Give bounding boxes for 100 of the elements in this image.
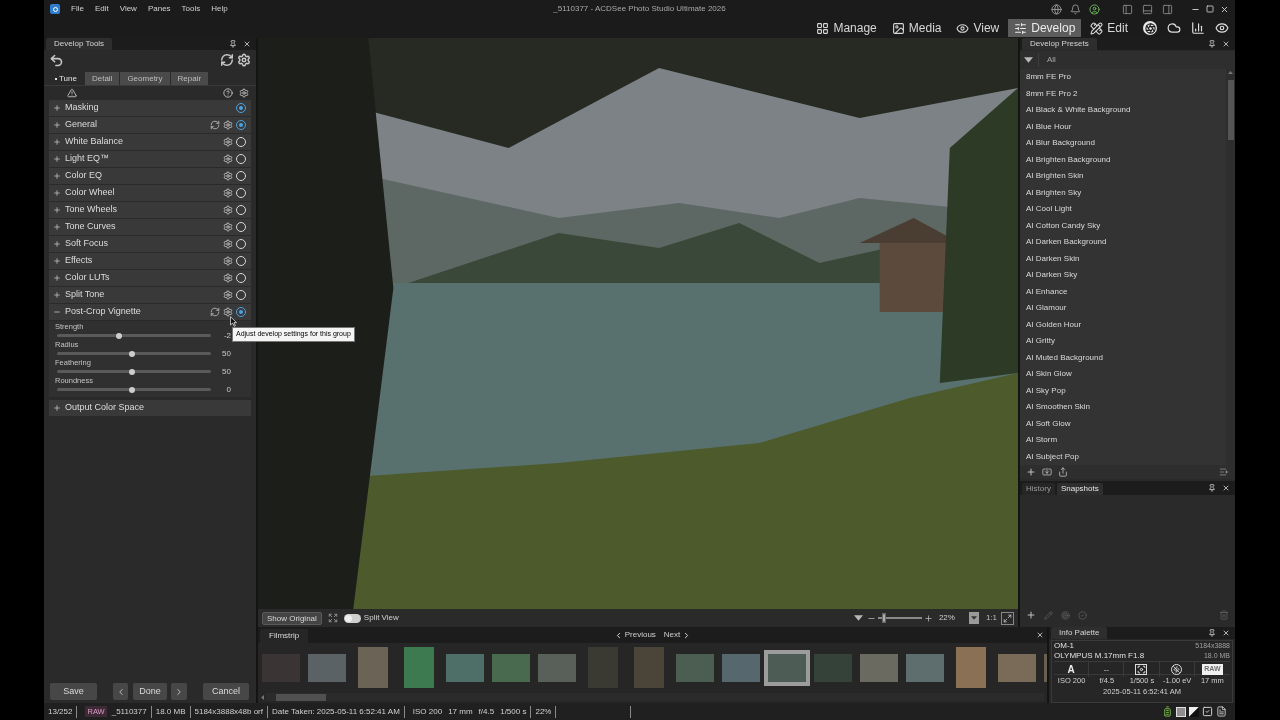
preset-item[interactable]: AI Gritty	[1020, 333, 1226, 350]
thumbnail[interactable]	[492, 653, 530, 682]
close-icon[interactable]	[1036, 631, 1044, 639]
thumbnail[interactable]	[956, 647, 986, 688]
menu-item[interactable]: Help	[211, 3, 228, 15]
slider-thumb[interactable]	[129, 368, 136, 375]
expand-icon[interactable]	[53, 223, 61, 231]
caret-down-icon[interactable]	[1024, 57, 1033, 63]
thumbnail[interactable]	[998, 653, 1036, 682]
expand-icon[interactable]	[53, 274, 61, 282]
checkbox-icon[interactable]	[1202, 706, 1213, 717]
slider-track[interactable]	[57, 334, 211, 337]
panel-tab[interactable]: Develop Tools	[46, 38, 113, 50]
tool-group-header[interactable]: Tone Curves	[49, 219, 251, 235]
preset-item[interactable]: AI Darken Sky	[1020, 267, 1226, 284]
close-icon[interactable]	[243, 40, 251, 48]
scrollbar-thumb[interactable]	[1227, 80, 1234, 140]
zoom-field[interactable]: 22%	[938, 612, 969, 624]
zoom-dropdown-button[interactable]	[968, 612, 979, 624]
mode-tab[interactable]: Media	[885, 19, 948, 37]
pin-icon[interactable]	[229, 40, 237, 48]
caret-down-icon[interactable]	[853, 615, 863, 621]
preset-item[interactable]: AI Brighten Background	[1020, 151, 1226, 168]
preset-item[interactable]: AI Brighten Skin	[1020, 168, 1226, 185]
save-button[interactable]: Save	[50, 683, 97, 700]
tool-tab[interactable]: Detail	[84, 72, 120, 85]
expand-icon[interactable]	[53, 206, 61, 214]
slider-thumb[interactable]	[115, 332, 122, 339]
scrollbar-track[interactable]	[266, 693, 1044, 701]
menu-item[interactable]: Panes	[147, 3, 171, 15]
close-icon[interactable]	[1222, 629, 1230, 637]
help-icon[interactable]	[223, 88, 233, 98]
expand-icon[interactable]	[53, 291, 61, 299]
settings-icon[interactable]	[223, 154, 233, 164]
thumbnail[interactable]	[404, 647, 434, 688]
fit-button[interactable]	[1001, 611, 1014, 625]
panel-tab[interactable]: Develop Presets	[1022, 38, 1097, 50]
thumbnail[interactable]	[358, 647, 388, 688]
previous-link[interactable]: Previous	[613, 629, 656, 641]
maximize-icon[interactable]	[1206, 5, 1214, 13]
menu-item[interactable]: View	[119, 3, 137, 15]
mode-tab[interactable]: View	[950, 19, 1006, 37]
tool-group-header[interactable]: Effects	[49, 253, 251, 269]
mode-tab[interactable]: Manage	[810, 19, 883, 37]
expand-icon[interactable]	[53, 138, 61, 146]
slider-track[interactable]	[57, 352, 211, 355]
panel-left-icon[interactable]	[1122, 3, 1133, 15]
pin-icon[interactable]	[1208, 629, 1216, 637]
settings-icon[interactable]	[223, 273, 233, 283]
tool-tab[interactable]: Geometry	[120, 72, 170, 85]
collapse-icon[interactable]	[53, 308, 61, 316]
panel-tab[interactable]: Filmstrip	[260, 629, 309, 643]
expand-icon[interactable]	[53, 155, 61, 163]
cancel-button[interactable]: Cancel	[203, 683, 249, 700]
slider-track[interactable]	[57, 388, 211, 391]
split-view-toggle[interactable]	[343, 613, 361, 623]
add-icon[interactable]	[1026, 467, 1036, 477]
preset-item[interactable]: AI Enhance	[1020, 283, 1226, 300]
preset-item[interactable]: AI Sky Pop	[1020, 382, 1226, 399]
settings-icon[interactable]	[223, 239, 233, 249]
settings-icon[interactable]	[223, 137, 233, 147]
thumbnail[interactable]	[814, 653, 852, 682]
menu-item[interactable]: Tools	[181, 3, 201, 15]
settings-icon[interactable]	[223, 171, 233, 181]
thumbnail[interactable]	[308, 653, 346, 682]
document-icon[interactable]	[1216, 706, 1227, 717]
reset-icon[interactable]	[210, 120, 220, 130]
import-icon[interactable]	[1042, 467, 1052, 477]
close-icon[interactable]	[1222, 484, 1230, 492]
thumbnail[interactable]	[634, 647, 664, 688]
preset-item[interactable]: 8mm FE Pro 2	[1020, 85, 1226, 102]
expand-icon[interactable]	[53, 257, 61, 265]
expand-icon[interactable]	[327, 613, 338, 623]
next-link[interactable]: Next	[663, 629, 692, 641]
settings-icon[interactable]	[239, 88, 249, 98]
refresh-icon[interactable]	[220, 53, 234, 67]
contrast-icon[interactable]	[1189, 706, 1199, 717]
slider-thumb[interactable]	[129, 386, 136, 393]
settings-icon[interactable]	[223, 205, 233, 215]
export-icon[interactable]	[1058, 467, 1068, 477]
scrollbar-thumb[interactable]	[276, 693, 326, 701]
tool-group-header[interactable]: Output Color Space	[49, 400, 251, 416]
mode-tab[interactable]: Edit	[1084, 19, 1134, 37]
preset-item[interactable]: AI Darken Skin	[1020, 250, 1226, 267]
thumbnail[interactable]	[676, 653, 714, 682]
eye-icon[interactable]	[1215, 21, 1229, 35]
thumbnail[interactable]	[764, 649, 810, 686]
actual-size-button[interactable]: 1:1	[985, 612, 997, 624]
tool-group-header[interactable]: Split Tone	[49, 287, 251, 303]
add-icon[interactable]	[1026, 610, 1036, 620]
settings-icon[interactable]	[223, 222, 233, 232]
expand-icon[interactable]	[53, 172, 61, 180]
preset-item[interactable]: AI Blur Background	[1020, 135, 1226, 152]
panel-bottom-icon[interactable]	[1142, 3, 1153, 15]
preset-item[interactable]: AI Skin Glow	[1020, 366, 1226, 383]
zoom-in-icon[interactable]	[923, 613, 933, 623]
square-icon[interactable]	[1176, 706, 1186, 717]
tool-group-header[interactable]: Color Wheel	[49, 185, 251, 201]
tool-group-header[interactable]: General	[49, 117, 251, 133]
thumbnail[interactable]	[860, 653, 898, 682]
